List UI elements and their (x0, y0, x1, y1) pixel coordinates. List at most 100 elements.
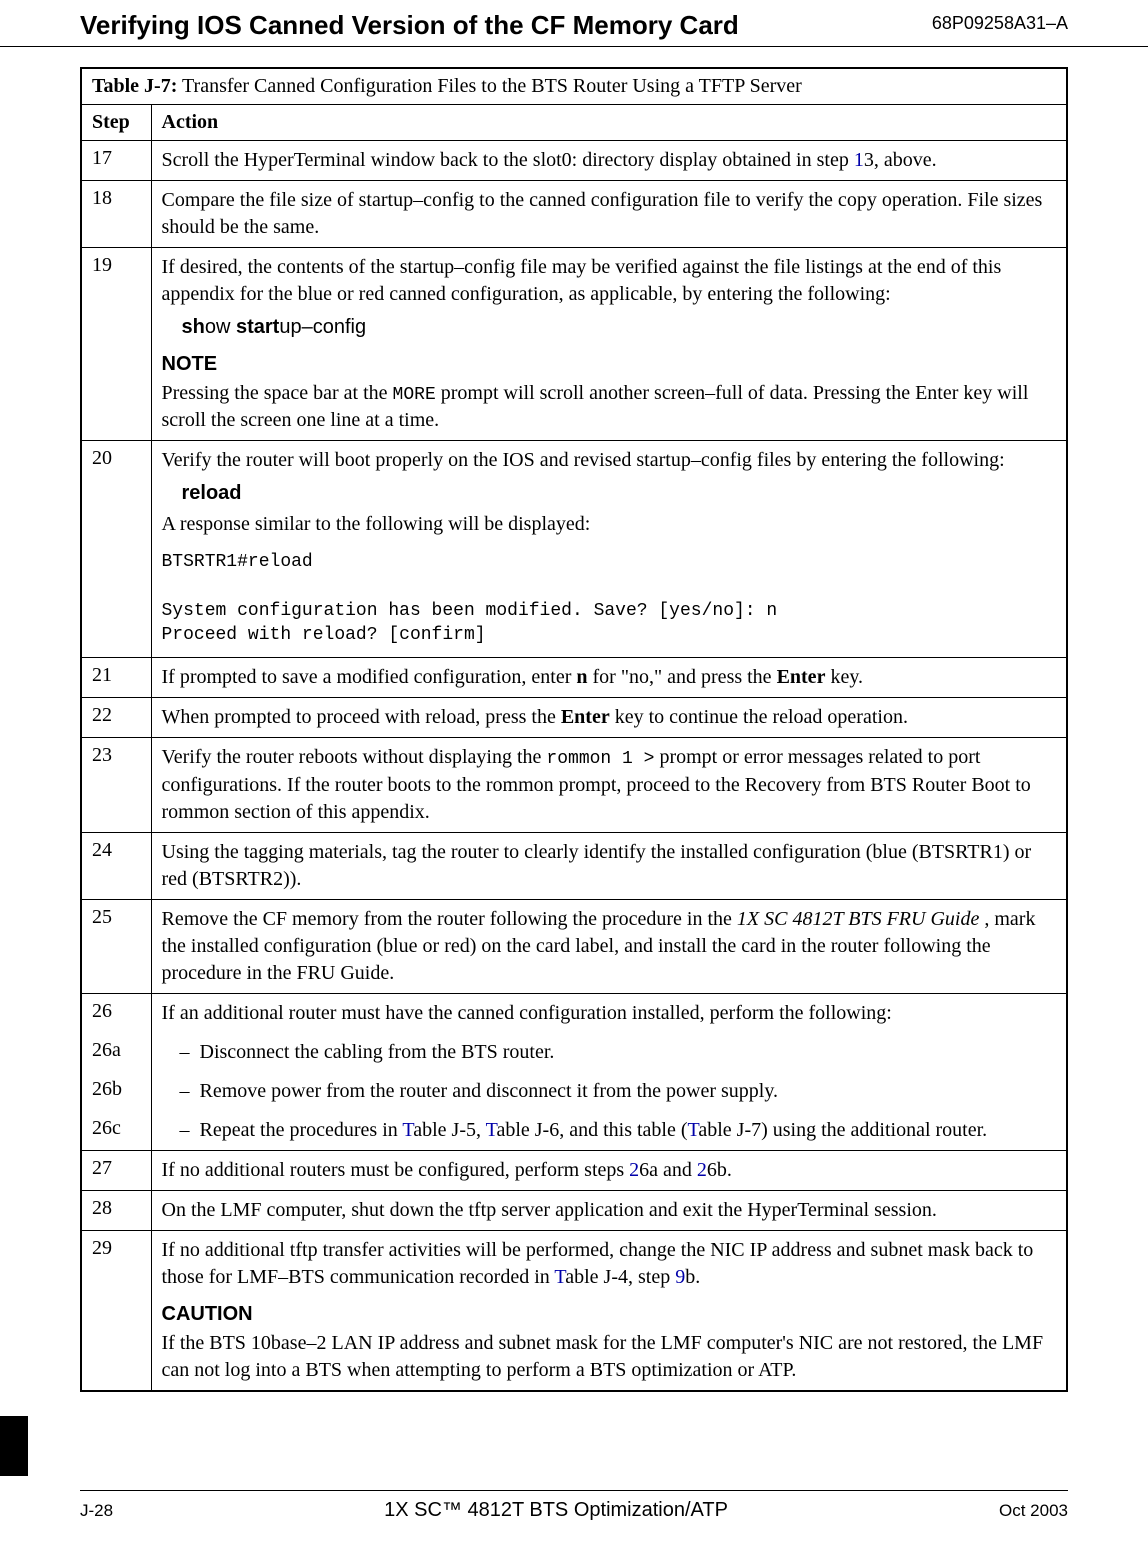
action-cell: – Repeat the procedures in Table J-5, Ta… (151, 1111, 1067, 1151)
step-number: 29 (81, 1230, 151, 1391)
step-number: 17 (81, 141, 151, 181)
table-row: 27 If no additional routers must be conf… (81, 1150, 1067, 1190)
action-text: key to continue the reload operation. (610, 706, 908, 728)
action-cell: Verify the router reboots without displa… (151, 738, 1067, 832)
table-row: 26 If an additional router must have the… (81, 993, 1067, 1033)
note-mono: MORE (393, 385, 436, 405)
action-italic: 1X SC 4812T BTS FRU Guide (737, 908, 979, 930)
table-row: 22 When prompted to proceed with reload,… (81, 698, 1067, 738)
table-link[interactable]: T (688, 1119, 699, 1141)
text-part: able J-7) using the additional router. (698, 1119, 987, 1141)
table-row: 19 If desired, the contents of the start… (81, 248, 1067, 441)
step-link[interactable]: 9 (675, 1266, 685, 1288)
action-cell: If no additional tftp transfer activitie… (151, 1230, 1067, 1391)
table-row: 26c – Repeat the procedures in Table J-5… (81, 1111, 1067, 1151)
substep-text: Repeat the procedures in Table J-5, Tabl… (200, 1117, 988, 1144)
footer-page-number: J-28 (80, 1501, 113, 1521)
action-text: If no additional routers must be configu… (162, 1159, 630, 1181)
footer-date: Oct 2003 (999, 1501, 1068, 1521)
table-row: 23 Verify the router reboots without dis… (81, 738, 1067, 832)
action-cell: Scroll the HyperTerminal window back to … (151, 141, 1067, 181)
side-tab-letter: J (10, 1446, 22, 1472)
command-text: show startup–config (182, 314, 1057, 341)
action-bold: Enter (561, 706, 610, 728)
cmd-part: reload (182, 482, 242, 504)
step-number: 23 (81, 738, 151, 832)
caution-heading: CAUTION (162, 1301, 1057, 1328)
step-number: 28 (81, 1190, 151, 1230)
action-text: If desired, the contents of the startup–… (162, 254, 1057, 308)
table-link[interactable]: T (486, 1119, 497, 1141)
step-number: 25 (81, 899, 151, 993)
action-text: Verify the router will boot properly on … (162, 447, 1057, 474)
step-number: 26a (81, 1033, 151, 1072)
table-row: 24 Using the tagging materials, tag the … (81, 832, 1067, 899)
table-row: 26a – Disconnect the cabling from the BT… (81, 1033, 1067, 1072)
text-part: able J-5, (413, 1119, 485, 1141)
table-caption: Table J-7: Transfer Canned Configuration… (81, 68, 1067, 105)
table-row: 26b – Remove power from the router and d… (81, 1072, 1067, 1111)
note-heading: NOTE (162, 351, 1057, 378)
action-cell: If no additional routers must be configu… (151, 1150, 1067, 1190)
dash: – (180, 1078, 190, 1105)
action-text: 3, above. (864, 149, 937, 171)
dash: – (180, 1117, 190, 1144)
footer-line: J-28 1X SC™ 4812T BTS Optimization/ATP O… (80, 1490, 1068, 1522)
step-number: 26 (81, 993, 151, 1033)
action-cell: If an additional router must have the ca… (151, 993, 1067, 1033)
action-text: Scroll the HyperTerminal window back to … (162, 149, 854, 171)
page-footer: J-28 1X SC™ 4812T BTS Optimization/ATP O… (0, 1490, 1148, 1522)
action-text: 6a and (639, 1159, 697, 1181)
table-row: 18 Compare the file size of startup–conf… (81, 181, 1067, 248)
action-text: for "no," and press the (593, 666, 777, 688)
action-mono: rommon 1 > (546, 749, 654, 769)
step-number: 26c (81, 1111, 151, 1151)
text-part: able J-4, step (565, 1266, 675, 1288)
text-part: able J-6, and this table ( (496, 1119, 687, 1141)
step-number: 20 (81, 441, 151, 658)
cmd-part: up–config (279, 316, 366, 338)
note-text: Pressing the space bar at the MORE promp… (162, 380, 1057, 434)
step-number: 19 (81, 248, 151, 441)
page-header: Verifying IOS Canned Version of the CF M… (0, 0, 1148, 47)
step-number: 27 (81, 1150, 151, 1190)
action-text: Verify the router reboots without displa… (162, 746, 547, 768)
action-cell: If prompted to save a modified configura… (151, 658, 1067, 698)
step-link[interactable]: 2 (697, 1159, 707, 1181)
table-row: 29 If no additional tftp transfer activi… (81, 1230, 1067, 1391)
substep: – Disconnect the cabling from the BTS ro… (180, 1039, 1057, 1066)
header-title: Verifying IOS Canned Version of the CF M… (80, 10, 739, 41)
action-cell: On the LMF computer, shut down the tftp … (151, 1190, 1067, 1230)
note-part: Pressing the space bar at the (162, 382, 393, 404)
step-number: 22 (81, 698, 151, 738)
action-cell: Compare the file size of startup–config … (151, 181, 1067, 248)
action-text: 6b. (707, 1159, 732, 1181)
action-text: If no additional tftp transfer activitie… (162, 1237, 1057, 1291)
action-cell: If desired, the contents of the startup–… (151, 248, 1067, 441)
content-area: Table J-7: Transfer Canned Configuration… (0, 67, 1148, 1392)
action-cell: Remove the CF memory from the router fol… (151, 899, 1067, 993)
action-text: If prompted to save a modified configura… (162, 666, 577, 688)
action-cell: When prompted to proceed with reload, pr… (151, 698, 1067, 738)
action-bold: Enter (777, 666, 826, 688)
text-part: b. (685, 1266, 700, 1288)
substep: – Repeat the procedures in Table J-5, Ta… (180, 1117, 1057, 1144)
step-number: 21 (81, 658, 151, 698)
table-row: 25 Remove the CF memory from the router … (81, 899, 1067, 993)
table-row: 21 If prompted to save a modified config… (81, 658, 1067, 698)
action-cell: Verify the router will boot properly on … (151, 441, 1067, 658)
cmd-part: ow (205, 316, 236, 338)
substep-text: Remove power from the router and disconn… (200, 1078, 779, 1105)
step-link[interactable]: 1 (854, 149, 864, 171)
cmd-part: sh (182, 316, 205, 338)
action-text: Remove the CF memory from the router fol… (162, 908, 737, 930)
table-link[interactable]: T (402, 1119, 413, 1141)
table-link[interactable]: T (554, 1266, 565, 1288)
step-column-header: Step (81, 105, 151, 141)
step-link[interactable]: 2 (629, 1159, 639, 1181)
action-text: key. (825, 666, 863, 688)
action-column-header: Action (151, 105, 1067, 141)
table-row: 28 On the LMF computer, shut down the tf… (81, 1190, 1067, 1230)
terminal-output: BTSRTR1#reload System configuration has … (162, 550, 1057, 647)
text-part: Repeat the procedures in (200, 1119, 403, 1141)
